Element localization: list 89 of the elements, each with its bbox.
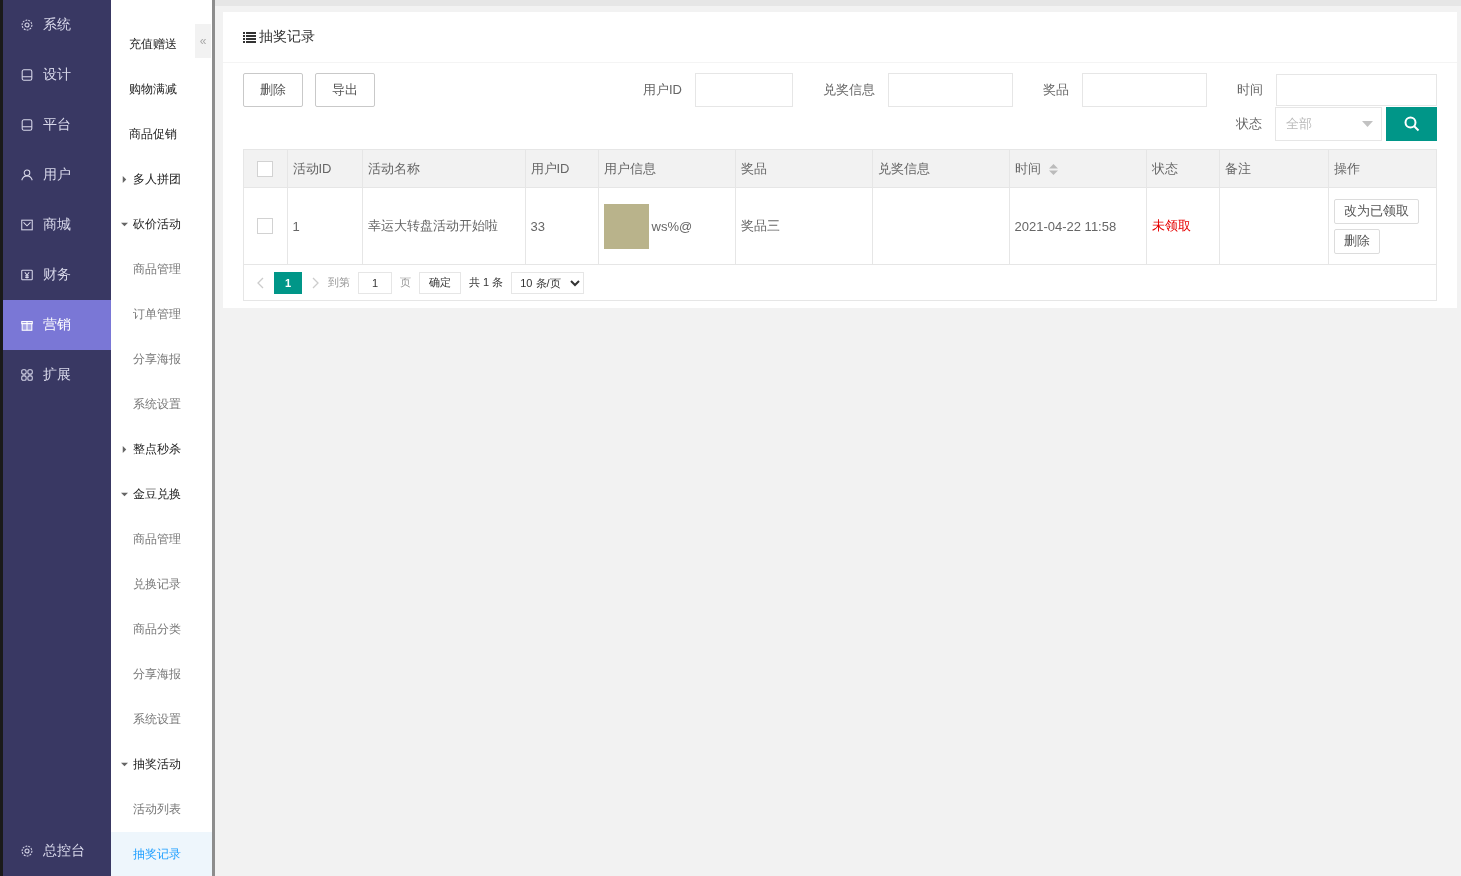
caret-down-icon xyxy=(121,761,128,768)
submenu-item[interactable]: 活动列表 xyxy=(111,787,212,832)
table-cell: 幸运大转盘活动开始啦 xyxy=(367,218,498,233)
settings-icon xyxy=(20,844,34,858)
submenu-group[interactable]: 整点秒杀 xyxy=(111,427,212,472)
nav-item[interactable]: 财务 xyxy=(3,250,111,300)
filter-label: 用户ID xyxy=(642,81,683,99)
column-header: 备注 xyxy=(1224,160,1251,176)
column-header: 活动名称 xyxy=(367,160,420,176)
column-header: 用户ID xyxy=(530,160,570,176)
submenu-group[interactable]: 多人拼团 xyxy=(111,157,212,202)
submenu-item[interactable]: 商品管理 xyxy=(111,517,212,562)
list-icon xyxy=(243,31,256,43)
caret-down-icon xyxy=(121,491,128,498)
submenu-item[interactable]: 商品促销 xyxy=(111,112,193,157)
submenu-item[interactable]: 商品管理 xyxy=(111,247,212,292)
submenu-item[interactable]: 系统设置 xyxy=(111,382,212,427)
row-action-button[interactable]: 删除 xyxy=(1333,228,1380,254)
table-cell: 33 xyxy=(530,218,545,234)
nav-item[interactable]: 商城 xyxy=(3,200,111,250)
filter-label: 时间 xyxy=(1236,81,1264,99)
caret-down-icon xyxy=(121,221,128,228)
prev-page-icon[interactable] xyxy=(256,276,266,289)
submenu-item[interactable]: 购物满减 xyxy=(111,67,193,112)
submenu-item[interactable]: 分享海报 xyxy=(111,337,212,382)
confirm-button[interactable]: 确定 xyxy=(419,271,461,294)
photo-placeholder xyxy=(603,203,649,249)
filter-input[interactable] xyxy=(695,73,793,107)
nav-item[interactable]: 用户 xyxy=(3,150,111,200)
submenu-item[interactable]: 系统设置 xyxy=(111,697,212,742)
column-header: 时间 xyxy=(1014,160,1041,176)
caret-down-icon xyxy=(1362,121,1373,127)
column-header: 奖品 xyxy=(740,160,767,176)
nav-item[interactable]: 设计 xyxy=(3,50,111,100)
total-count: 共 1 条 xyxy=(469,275,504,290)
submenu-item[interactable]: 订单管理 xyxy=(111,292,212,337)
filter-input[interactable] xyxy=(1082,73,1207,107)
select-all-checkbox[interactable] xyxy=(257,160,274,177)
nav-item[interactable]: 系统 xyxy=(3,0,111,50)
column-header: 活动ID xyxy=(292,160,332,176)
search-button[interactable] xyxy=(1386,107,1437,141)
submenu-item[interactable]: 兑换记录 xyxy=(111,562,212,607)
filter-label: 状态 xyxy=(1235,115,1263,133)
tablet-icon xyxy=(20,68,34,82)
table-cell: ws%@ xyxy=(651,218,693,234)
table-cell: 奖品三 xyxy=(740,218,780,233)
grid-icon xyxy=(20,368,34,382)
row-action-button[interactable]: 改为已领取 xyxy=(1333,198,1419,224)
caret-right-icon xyxy=(121,446,128,453)
sort-icon[interactable] xyxy=(1048,163,1058,175)
filter-input[interactable] xyxy=(1276,74,1437,106)
settings-icon xyxy=(20,18,34,32)
submenu-group[interactable]: 金豆兑换 xyxy=(111,472,212,517)
yen-icon xyxy=(20,268,34,282)
row-checkbox[interactable] xyxy=(257,218,274,235)
action-button[interactable]: 删除 xyxy=(243,73,303,107)
filter-input[interactable] xyxy=(888,73,1013,107)
submenu-item[interactable]: 充值赠送 xyxy=(111,22,193,67)
page-button[interactable]: 1 xyxy=(274,271,302,294)
column-header: 状态 xyxy=(1151,160,1178,176)
page-size-select[interactable]: 10 条/页 xyxy=(511,271,585,294)
action-button[interactable]: 导出 xyxy=(315,73,375,107)
column-header: 用户信息 xyxy=(603,160,656,176)
column-header: 兑奖信息 xyxy=(877,160,930,176)
submenu-group[interactable]: 抽奖活动 xyxy=(111,742,212,787)
page-unit-label: 页 xyxy=(400,275,411,290)
submenu-group[interactable]: 砍价活动 xyxy=(111,202,212,247)
submenu-item[interactable]: 分享海报 xyxy=(111,652,212,697)
column-header: 操作 xyxy=(1333,160,1360,176)
next-page-icon[interactable] xyxy=(310,276,320,289)
caret-right-icon xyxy=(121,176,128,183)
dashboard-link[interactable]: 总控台 xyxy=(3,826,111,876)
tablet-icon xyxy=(20,118,34,132)
page-input[interactable]: 1 xyxy=(358,271,392,294)
user-icon xyxy=(20,168,34,182)
submenu-item[interactable]: 商品分类 xyxy=(111,607,212,652)
table-cell: 2021-04-22 11:58 xyxy=(1014,218,1117,234)
search-icon xyxy=(1403,116,1420,132)
card-title: 抽奖记录 xyxy=(259,28,315,46)
mailbox-icon xyxy=(20,218,34,232)
filter-label: 奖品 xyxy=(1042,81,1070,99)
goto-label: 到第 xyxy=(328,275,350,290)
gift-icon xyxy=(20,318,34,332)
nav-item[interactable]: 平台 xyxy=(3,100,111,150)
filter-label: 兑奖信息 xyxy=(822,81,876,99)
table-cell: 1 xyxy=(292,218,300,234)
status-text: 未领取 xyxy=(1151,218,1191,233)
nav-item[interactable]: 营销 xyxy=(3,300,111,350)
nav-item[interactable]: 扩展 xyxy=(3,350,111,400)
